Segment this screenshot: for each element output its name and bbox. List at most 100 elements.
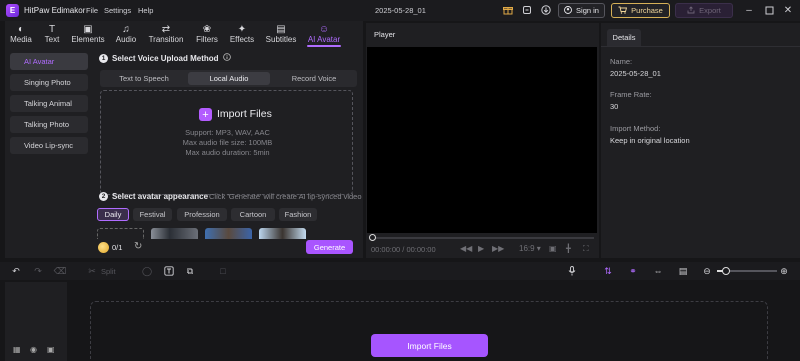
tool-media[interactable]: ◐ Media [5, 21, 37, 47]
aspect-ratio-select[interactable]: 16:9 ▾ [519, 244, 541, 253]
tool-filters-label: Filters [196, 35, 218, 44]
redo-icon[interactable]: ↷ [32, 265, 44, 277]
sidebar-item-talking-photo[interactable]: Talking Photo [10, 116, 88, 133]
category-festival[interactable]: Festival [133, 208, 172, 221]
sign-in-label: Sign in [576, 6, 599, 15]
project-name: 2025-05-28_01 [375, 6, 426, 15]
plus-icon[interactable]: + [199, 108, 212, 121]
category-profession[interactable]: Profession [177, 208, 227, 221]
minimize-icon[interactable]: – [742, 3, 756, 17]
tool-elements[interactable]: ▣ Elements [68, 21, 108, 47]
audio-dropzone[interactable]: + Import Files Support: MP3, WAV, AAC Ma… [100, 90, 353, 195]
download-icon[interactable] [540, 4, 552, 16]
details-divider [601, 46, 800, 47]
crop-tool-icon[interactable]: ⧉ [184, 265, 196, 277]
category-cartoon[interactable]: Cartoon [231, 208, 275, 221]
purchase-button[interactable]: Purchase [611, 3, 670, 18]
sign-in-button[interactable]: Sign in [558, 3, 605, 18]
credits-value: 0/1 [112, 242, 123, 252]
menu-help[interactable]: Help [138, 6, 153, 15]
split-label[interactable]: Split [101, 267, 116, 276]
avatar-thumbnail[interactable] [259, 228, 306, 239]
elements-icon: ▣ [83, 24, 93, 35]
app-name: HitPaw Edimakor [24, 6, 86, 15]
effects-icon: ✦ [237, 24, 247, 35]
export-button[interactable]: Export [675, 3, 733, 18]
import-method-label: Import Method: [610, 124, 661, 133]
undo-icon[interactable]: ↶ [10, 265, 22, 277]
upload-method-title: Select Voice Upload Method [112, 53, 219, 63]
category-daily[interactable]: Daily [97, 208, 129, 221]
playback-progress-track[interactable] [372, 237, 594, 239]
generate-button[interactable]: Generate [306, 240, 353, 254]
info-icon[interactable] [222, 53, 231, 63]
split-icon[interactable]: ✂ [86, 265, 98, 277]
tab-local-audio[interactable]: Local Audio [188, 72, 270, 85]
tab-text-to-speech[interactable]: Text to Speech [103, 72, 185, 85]
track-settings-icon[interactable]: ▦ [13, 345, 21, 354]
fullscreen-icon[interactable]: ⛶ [583, 244, 589, 254]
zoom-out-icon[interactable]: ⊖ [701, 265, 713, 277]
tool-ai-avatar[interactable]: ☺ AI Avatar [303, 21, 345, 47]
sidebar-item-video-lip-sync[interactable]: Video Lip-sync [10, 137, 88, 154]
category-fashion[interactable]: Fashion [279, 208, 317, 221]
tool-transition-label: Transition [148, 35, 184, 44]
delete-icon[interactable]: ⌫ [54, 265, 67, 277]
avatar-thumbnail[interactable] [151, 228, 198, 239]
preview-quality-icon[interactable]: ▤ [676, 265, 690, 277]
share-icon[interactable] [521, 4, 533, 16]
sidebar-item-singing-photo[interactable]: Singing Photo [10, 74, 88, 91]
freeze-frame-icon[interactable]: □ [217, 265, 229, 277]
play-icon[interactable]: ▶ [478, 244, 484, 253]
step-forward-icon[interactable]: ▶▶ [492, 244, 504, 253]
subtitles-icon: ▤ [276, 24, 286, 35]
credits-counter: 0/1 [98, 240, 130, 254]
tab-details[interactable]: Details [607, 29, 641, 46]
snapshot-icon[interactable]: ▣ [549, 244, 557, 253]
avatar-thumbnail-custom[interactable] [97, 228, 144, 239]
refresh-icon[interactable]: ↻ [134, 241, 145, 252]
close-icon[interactable]: ✕ [781, 3, 795, 17]
avatar-thumbnail[interactable] [205, 228, 252, 239]
maximize-icon[interactable] [762, 3, 776, 17]
sidebar-item-talking-animal[interactable]: Talking Animal [10, 95, 88, 112]
marker-icon[interactable]: ◯ [141, 265, 153, 277]
purchase-label: Purchase [631, 6, 663, 15]
microphone-icon[interactable] [566, 265, 578, 277]
tool-transition[interactable]: ⇄ Transition [144, 21, 188, 47]
magnetic-snap-icon[interactable]: ⇅ [601, 265, 615, 277]
text-tool-icon[interactable] [163, 265, 175, 277]
tool-effects-label: Effects [229, 35, 255, 44]
link-icon[interactable]: ⚭ [626, 265, 640, 277]
transition-icon: ⇄ [161, 24, 171, 35]
lock-icon[interactable]: ▣ [47, 345, 55, 354]
tool-text[interactable]: T Text [40, 21, 64, 47]
import-files-label[interactable]: Import Files [217, 108, 272, 120]
zoom-slider-track[interactable] [723, 270, 777, 272]
import-method-value: Keep in original location [610, 136, 690, 145]
menu-settings[interactable]: Settings [104, 6, 131, 15]
playback-progress-handle[interactable] [369, 234, 376, 241]
tool-subtitles[interactable]: ▤ Subtitles [261, 21, 301, 47]
user-icon [564, 5, 572, 16]
track-icon[interactable]: ⇔ [651, 265, 665, 277]
gift-icon[interactable] [502, 4, 514, 16]
tool-filters[interactable]: ❀ Filters [191, 21, 223, 47]
max-duration: Max audio duration: 5min [185, 148, 270, 157]
eye-icon[interactable]: ◉ [30, 345, 37, 354]
details-panel: Details Name: 2025-05-28_01 Frame Rate: … [601, 23, 800, 258]
voice-method-tabs: Text to Speech Local Audio Record Voice [100, 70, 357, 87]
cart-icon [618, 6, 628, 16]
tool-elements-label: Elements [71, 35, 105, 44]
tool-subtitles-label: Subtitles [265, 35, 297, 44]
step-back-icon[interactable]: ◀◀ [460, 244, 472, 253]
tab-record-voice[interactable]: Record Voice [273, 72, 355, 85]
tool-audio[interactable]: ♫ Audio [111, 21, 141, 47]
sidebar-item-ai-avatar[interactable]: AI Avatar [10, 53, 88, 70]
menu-file[interactable]: File [86, 6, 98, 15]
timeline-import-button[interactable]: Import Files [371, 334, 488, 357]
zoom-in-icon[interactable]: ⊕ [778, 265, 790, 277]
tool-effects[interactable]: ✦ Effects [225, 21, 259, 47]
crop-icon[interactable]: ╋ [566, 244, 571, 253]
ai-avatar-panel: 1 Select Voice Upload Method Text to Spe… [94, 47, 363, 258]
